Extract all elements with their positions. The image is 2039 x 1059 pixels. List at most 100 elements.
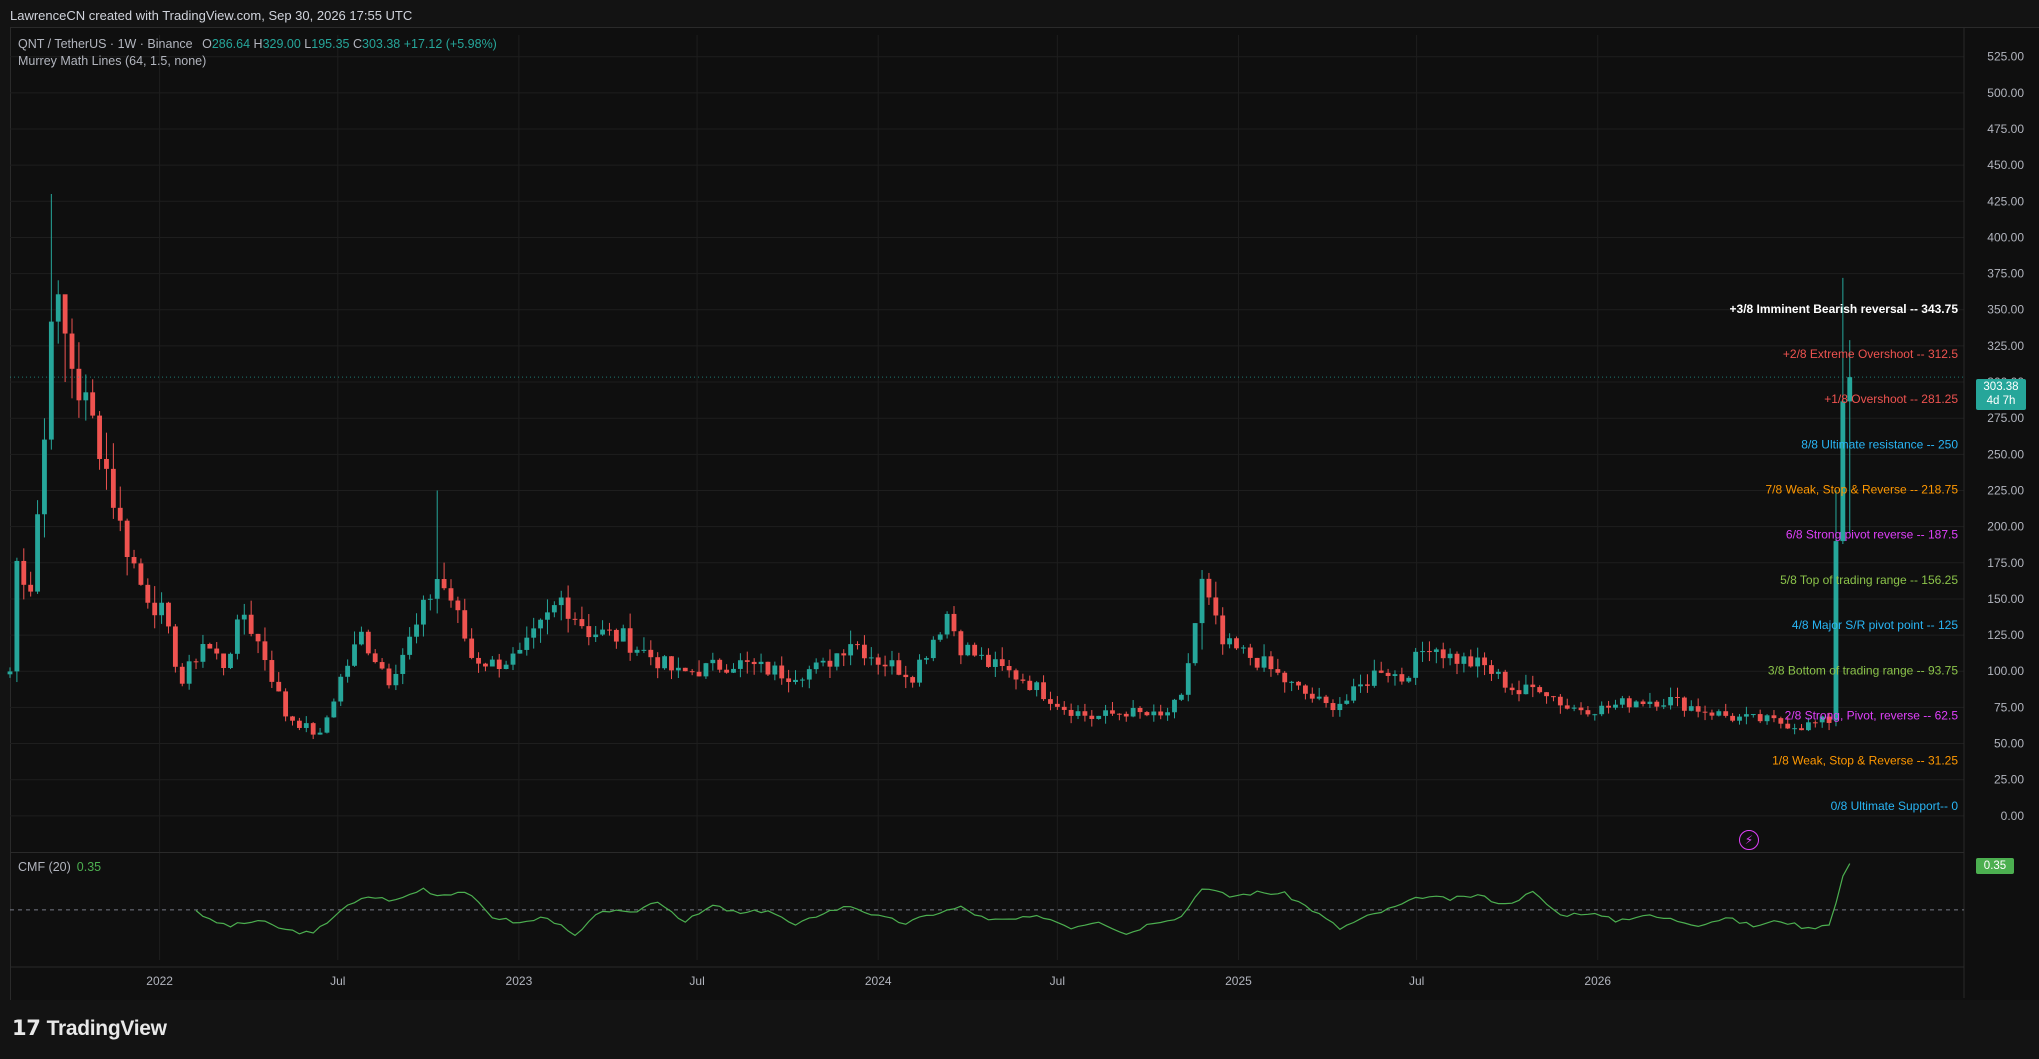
high-value: 329.00 bbox=[262, 37, 301, 51]
cmf-value-tag: 0.35 bbox=[1976, 858, 2014, 874]
candle-body bbox=[710, 659, 716, 664]
candle-body bbox=[1392, 674, 1398, 676]
y-tick-label: 325.00 bbox=[1987, 339, 2024, 353]
candle-body bbox=[1316, 696, 1322, 699]
y-tick-label: 175.00 bbox=[1987, 556, 2024, 570]
lightning-icon[interactable]: ⚡ bbox=[1739, 830, 1759, 850]
candle-body bbox=[862, 644, 867, 659]
candle-body bbox=[1730, 715, 1736, 721]
x-tick-label: 2023 bbox=[506, 974, 533, 988]
y-tick-label: 150.00 bbox=[1987, 592, 2024, 606]
candle-body bbox=[1110, 710, 1115, 714]
y-tick-label: 25.00 bbox=[1994, 773, 2024, 787]
candle-body bbox=[1495, 671, 1501, 674]
x-tick-label: 2026 bbox=[1584, 974, 1611, 988]
indicator-legend[interactable]: Murrey Math Lines (64, 1.5, none) bbox=[18, 53, 497, 70]
murrey-line-label: 6/8 Strong pivot reverse -- 187.5 bbox=[1786, 528, 1958, 542]
candle-body bbox=[1771, 715, 1777, 719]
candle-body bbox=[359, 631, 364, 645]
x-tick-label: 2022 bbox=[146, 974, 173, 988]
candle-body bbox=[882, 664, 888, 667]
candle-body bbox=[868, 657, 874, 659]
candle-body bbox=[1309, 693, 1315, 699]
candle-body bbox=[262, 641, 268, 661]
candle-body bbox=[455, 600, 461, 611]
candle-body bbox=[1289, 681, 1295, 683]
candle-body bbox=[1082, 711, 1088, 716]
candle-body bbox=[1592, 714, 1598, 716]
candle-body bbox=[827, 660, 833, 667]
candle-body bbox=[1275, 669, 1281, 673]
murrey-line-label: +1/8 Overshoot -- 281.25 bbox=[1824, 392, 1958, 406]
candle-body bbox=[896, 660, 902, 675]
y-tick-label: 475.00 bbox=[1987, 122, 2024, 136]
candle-body bbox=[1530, 684, 1536, 688]
candle-body bbox=[1447, 653, 1453, 659]
candle-body bbox=[1061, 706, 1067, 710]
candle-body bbox=[1633, 701, 1639, 708]
candle-body bbox=[558, 597, 564, 606]
candle-body bbox=[1351, 686, 1357, 701]
candle-body bbox=[1475, 657, 1481, 667]
candle-body bbox=[421, 599, 426, 625]
candle-body bbox=[779, 665, 785, 679]
candle-body bbox=[1123, 713, 1129, 717]
candle-body bbox=[875, 657, 881, 665]
candle-body bbox=[207, 644, 213, 649]
candle-body bbox=[193, 661, 199, 663]
candle-body bbox=[793, 679, 798, 683]
candle-body bbox=[1799, 728, 1804, 731]
candle-body bbox=[924, 658, 929, 660]
candle-body bbox=[1323, 696, 1329, 704]
symbol-name[interactable]: QNT / TetherUS · 1W · Binance bbox=[18, 37, 193, 51]
candle-body bbox=[572, 618, 578, 620]
candle-body bbox=[1599, 705, 1605, 715]
candle-body bbox=[324, 717, 330, 733]
candle-body bbox=[1378, 670, 1384, 673]
candle-body bbox=[69, 333, 75, 369]
candle-body bbox=[1406, 677, 1412, 682]
candle-body bbox=[620, 628, 626, 642]
candle-body bbox=[1302, 685, 1308, 694]
candle-body bbox=[1537, 687, 1543, 693]
candle-body bbox=[1433, 649, 1439, 653]
candle-body bbox=[662, 656, 668, 669]
cmf-label: CMF (20) bbox=[18, 860, 71, 874]
cmf-legend[interactable]: CMF (20) 0.35 bbox=[18, 860, 101, 874]
candle-body bbox=[1199, 578, 1205, 624]
candle-body bbox=[772, 665, 778, 675]
tradingview-logo[interactable]: 𝟭𝟳 TradingView bbox=[12, 1016, 167, 1041]
candle-body bbox=[1688, 706, 1694, 711]
candle-body bbox=[1130, 707, 1136, 717]
candle-body bbox=[634, 649, 640, 653]
candle-body bbox=[90, 392, 96, 416]
y-tick-label: 275.00 bbox=[1987, 411, 2024, 425]
candle-body bbox=[159, 602, 165, 616]
candle-body bbox=[593, 634, 599, 638]
candle-body bbox=[1778, 718, 1784, 724]
y-tick-label: 225.00 bbox=[1987, 483, 2024, 497]
candle-body bbox=[469, 638, 475, 658]
candle-body bbox=[1785, 723, 1791, 729]
candle-body bbox=[510, 653, 516, 665]
candle-body bbox=[979, 654, 984, 656]
price-chart[interactable]: 525.00 500.00 475.00 450.00 425.00 400.00 375.… bbox=[0, 0, 2039, 1000]
candle-body bbox=[1234, 638, 1239, 649]
candle-body bbox=[1296, 681, 1301, 686]
candle-body bbox=[1227, 638, 1233, 645]
y-tick-label: 75.00 bbox=[1994, 700, 2024, 714]
candle-body bbox=[1468, 656, 1474, 667]
candle-body bbox=[1103, 710, 1108, 716]
candle-body bbox=[303, 723, 309, 728]
candle-body bbox=[1027, 680, 1033, 691]
candle-body bbox=[200, 644, 206, 662]
candle-body bbox=[524, 637, 530, 650]
candle-body bbox=[83, 392, 89, 401]
last-price-tag: 303.38 4d 7h bbox=[1976, 379, 2026, 410]
candle-body bbox=[1399, 674, 1405, 682]
candle-body bbox=[48, 321, 54, 440]
y-tick-label: 50.00 bbox=[1994, 737, 2024, 751]
y-tick-label: 450.00 bbox=[1987, 158, 2024, 172]
candle-body bbox=[986, 654, 991, 667]
candle-body bbox=[799, 679, 805, 681]
